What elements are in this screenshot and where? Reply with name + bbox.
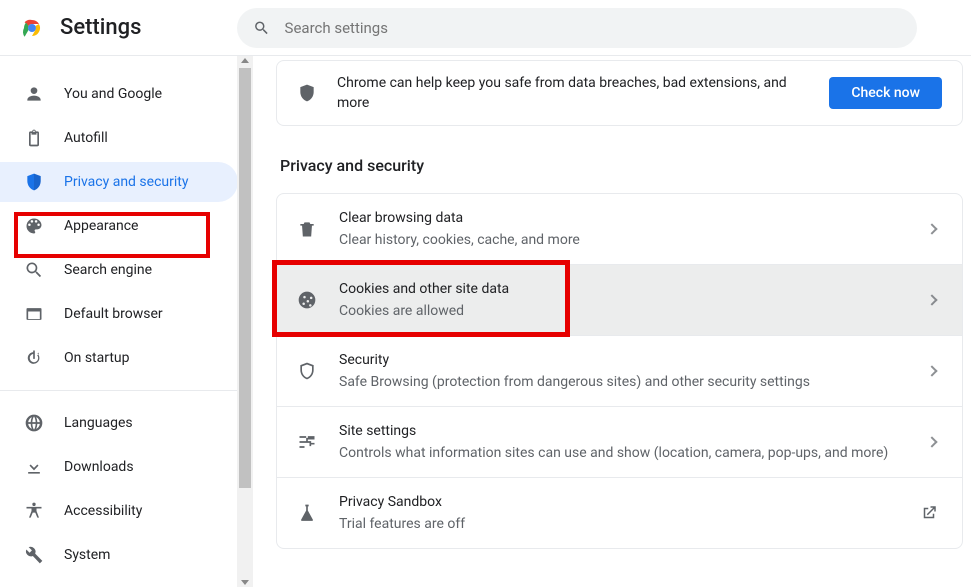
chevron-right-icon (926, 294, 937, 305)
header: Settings (0, 0, 971, 56)
browser-icon (24, 304, 44, 324)
safety-banner: Chrome can help keep you safe from data … (276, 60, 963, 126)
person-icon (24, 84, 44, 104)
sidebar-item-downloads[interactable]: Downloads (0, 447, 238, 487)
sidebar: You and Google Autofill Privacy and secu… (0, 56, 256, 587)
row-title: Security (339, 350, 928, 370)
chrome-logo-icon (20, 16, 44, 40)
sidebar-item-label: You and Google (64, 86, 162, 102)
sidebar-item-on-startup[interactable]: On startup (0, 338, 238, 378)
row-subtitle: Safe Browsing (protection from dangerous… (339, 372, 928, 392)
row-site-settings[interactable]: Site settings Controls what information … (277, 407, 962, 478)
tune-icon (297, 432, 317, 452)
shield-outline-icon (297, 361, 317, 381)
sidebar-item-label: Privacy and security (64, 174, 188, 190)
accessibility-icon (24, 501, 44, 521)
cookie-icon (297, 290, 317, 310)
row-title: Clear browsing data (339, 208, 928, 228)
sidebar-item-appearance[interactable]: Appearance (0, 206, 238, 246)
flask-icon (297, 503, 317, 523)
clipboard-icon (24, 128, 44, 148)
search-icon (24, 260, 44, 280)
shield-icon (297, 83, 317, 103)
wrench-icon (24, 545, 44, 565)
divider (0, 390, 238, 391)
check-now-button[interactable]: Check now (829, 77, 942, 109)
sidebar-item-system[interactable]: System (0, 535, 238, 575)
trash-icon (297, 219, 317, 239)
scroll-down-icon (241, 580, 249, 585)
sidebar-item-autofill[interactable]: Autofill (0, 118, 238, 158)
sidebar-item-label: On startup (64, 350, 130, 366)
row-title: Cookies and other site data (339, 279, 928, 299)
sidebar-item-privacy-security[interactable]: Privacy and security (0, 162, 238, 202)
row-privacy-sandbox[interactable]: Privacy Sandbox Trial features are off (277, 478, 962, 548)
palette-icon (24, 216, 44, 236)
sidebar-item-label: Search engine (64, 262, 152, 278)
sidebar-item-label: Downloads (64, 459, 134, 475)
sidebar-item-label: Autofill (64, 130, 108, 146)
row-subtitle: Clear history, cookies, cache, and more (339, 230, 928, 250)
download-icon (24, 457, 44, 477)
sidebar-item-default-browser[interactable]: Default browser (0, 294, 238, 334)
page-title: Settings (60, 15, 141, 40)
scrollbar-thumb[interactable] (239, 68, 251, 488)
main-content: Chrome can help keep you safe from data … (256, 56, 971, 587)
row-subtitle: Controls what information sites can use … (339, 443, 928, 463)
sidebar-item-accessibility[interactable]: Accessibility (0, 491, 238, 531)
settings-card: Clear browsing data Clear history, cooki… (276, 193, 963, 549)
row-clear-browsing-data[interactable]: Clear browsing data Clear history, cooki… (277, 194, 962, 265)
chevron-right-icon (926, 365, 937, 376)
globe-icon (24, 413, 44, 433)
scroll-up-icon (241, 58, 249, 63)
external-link-icon (920, 504, 938, 522)
sidebar-item-you-and-google[interactable]: You and Google (0, 74, 238, 114)
search-icon (253, 19, 270, 37)
section-title: Privacy and security (280, 156, 971, 175)
search-input[interactable] (285, 19, 902, 37)
row-title: Site settings (339, 421, 928, 441)
shield-icon (24, 172, 44, 192)
power-icon (24, 348, 44, 368)
sidebar-item-label: System (64, 547, 110, 563)
sidebar-item-search-engine[interactable]: Search engine (0, 250, 238, 290)
row-subtitle: Cookies are allowed (339, 301, 928, 321)
sidebar-item-label: Appearance (64, 218, 138, 234)
row-cookies[interactable]: Cookies and other site data Cookies are … (277, 265, 962, 336)
banner-text: Chrome can help keep you safe from data … (337, 73, 813, 113)
row-title: Privacy Sandbox (339, 492, 920, 512)
row-subtitle: Trial features are off (339, 514, 920, 534)
sidebar-item-languages[interactable]: Languages (0, 403, 238, 443)
row-security[interactable]: Security Safe Browsing (protection from … (277, 336, 962, 407)
chevron-right-icon (926, 436, 937, 447)
sidebar-item-label: Accessibility (64, 503, 142, 519)
sidebar-scrollbar[interactable] (237, 56, 253, 587)
search-box[interactable] (237, 8, 917, 48)
chevron-right-icon (926, 223, 937, 234)
sidebar-item-label: Default browser (64, 306, 163, 322)
sidebar-item-label: Languages (64, 415, 133, 431)
